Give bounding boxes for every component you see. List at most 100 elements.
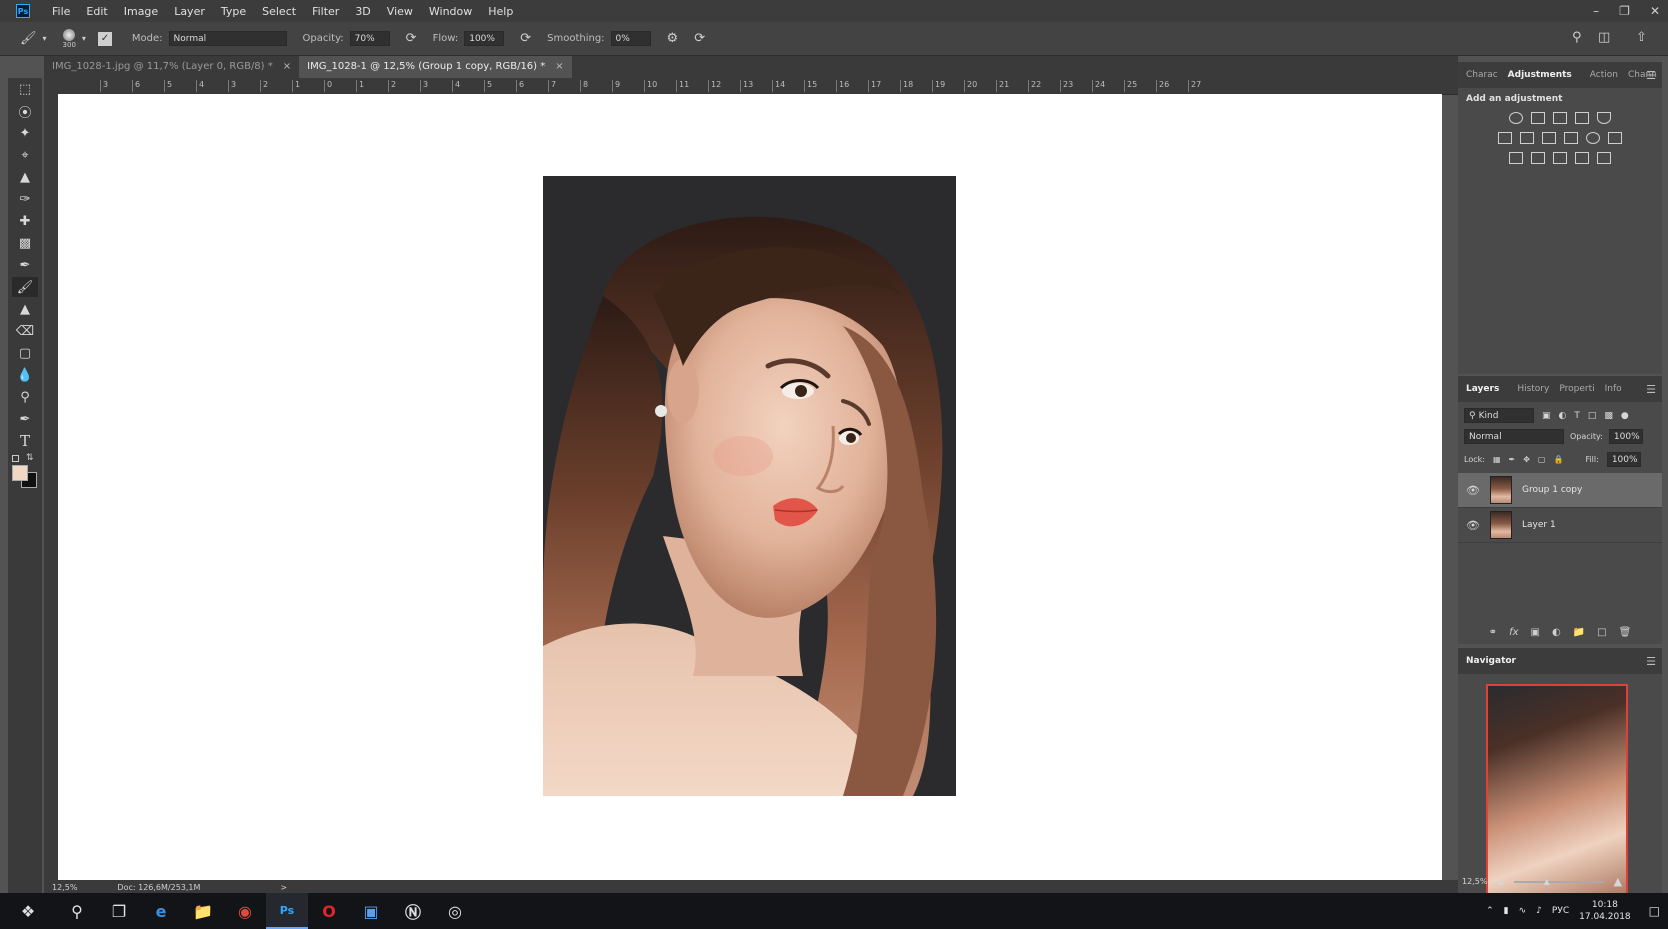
restore-icon[interactable]: ❐ bbox=[1619, 4, 1630, 18]
swap-colors-icon[interactable]: ⇅ bbox=[26, 453, 34, 463]
menu-view[interactable]: View bbox=[379, 5, 421, 18]
brush-tool-preset-icon[interactable]: 🖌 bbox=[20, 32, 37, 45]
network-icon[interactable]: ∿ bbox=[1519, 906, 1527, 916]
lock-transparency-icon[interactable]: ▦ bbox=[1493, 455, 1501, 464]
mixer-brush-tool-icon[interactable]: ✒ bbox=[12, 255, 38, 275]
eraser-tool-icon[interactable]: ⌫ bbox=[12, 321, 38, 341]
photoshop-taskbar-icon[interactable]: Ps bbox=[266, 893, 308, 929]
close-icon[interactable]: × bbox=[283, 56, 291, 78]
type-tool-icon[interactable]: T bbox=[12, 431, 38, 451]
layer-kind-filter[interactable]: ⚲ Kind bbox=[1464, 408, 1534, 423]
threshold-icon[interactable] bbox=[1553, 152, 1567, 164]
crop-tool-icon[interactable]: ⌖ bbox=[12, 145, 38, 165]
lasso-tool-icon[interactable]: ⦿ bbox=[12, 101, 38, 121]
pressure-size-icon[interactable]: ⟳ bbox=[694, 32, 705, 45]
layer-opacity-field[interactable]: 100% bbox=[1608, 429, 1643, 444]
file-explorer-icon[interactable]: 📁 bbox=[182, 893, 224, 929]
layer-row-group-1-copy[interactable]: 👁 Group 1 copy bbox=[1458, 473, 1662, 508]
search-icon[interactable]: ⚲ bbox=[1572, 31, 1582, 44]
tab-img-1028-1-jpg[interactable]: IMG_1028-1.jpg @ 11,7% (Layer 0, RGB/8) … bbox=[44, 56, 299, 78]
lock-pixels-icon[interactable]: ✒ bbox=[1509, 455, 1516, 464]
filter-shape-icon[interactable]: □ bbox=[1588, 411, 1597, 421]
link-layers-icon[interactable]: ⚭ bbox=[1489, 627, 1497, 638]
chrome-icon[interactable]: ◉ bbox=[224, 893, 266, 929]
selective-color-icon[interactable] bbox=[1575, 152, 1589, 164]
default-colors-icon[interactable] bbox=[12, 455, 19, 462]
language-indicator[interactable]: РУС bbox=[1552, 906, 1569, 916]
battery-icon[interactable]: ▮ bbox=[1504, 906, 1509, 916]
zoom-level[interactable]: 12,5% bbox=[52, 883, 77, 892]
invert-icon[interactable] bbox=[1509, 152, 1523, 164]
opacity-field[interactable]: 70% bbox=[349, 31, 390, 46]
tab-navigator[interactable]: Navigator bbox=[1466, 656, 1516, 666]
lock-all-icon[interactable]: 🔒 bbox=[1553, 455, 1563, 464]
color-balance-icon[interactable] bbox=[1520, 132, 1534, 144]
notifications-icon[interactable]: □ bbox=[1649, 904, 1660, 918]
panel-menu-icon[interactable]: ☰ bbox=[1646, 383, 1656, 396]
mode-select[interactable]: Normal bbox=[168, 31, 287, 46]
zoom-out-icon[interactable]: ▲ bbox=[1497, 877, 1503, 886]
levels-icon[interactable] bbox=[1531, 112, 1545, 124]
menu-edit[interactable]: Edit bbox=[78, 5, 115, 18]
opera-icon[interactable]: O bbox=[308, 893, 350, 929]
menu-image[interactable]: Image bbox=[116, 5, 166, 18]
clone-stamp-tool-icon[interactable]: ▲ bbox=[12, 299, 38, 319]
menu-3d[interactable]: 3D bbox=[347, 5, 378, 18]
filter-smart-object-icon[interactable]: ▩ bbox=[1604, 411, 1613, 421]
close-icon[interactable]: ✕ bbox=[1650, 4, 1660, 18]
color-lookup-icon[interactable] bbox=[1608, 132, 1622, 144]
workspace-icon[interactable]: ◫ bbox=[1598, 31, 1610, 44]
close-icon[interactable]: × bbox=[555, 56, 563, 78]
lock-position-icon[interactable]: ✥ bbox=[1523, 455, 1530, 464]
new-group-folder-icon[interactable]: 📁 bbox=[1573, 627, 1585, 638]
tab-img-1028-1[interactable]: IMG_1028-1 @ 12,5% (Group 1 copy, RGB/16… bbox=[299, 56, 572, 78]
new-adjustment-layer-icon[interactable]: ◐ bbox=[1552, 627, 1561, 638]
fx-icon[interactable]: fx bbox=[1509, 627, 1518, 638]
gradient-tool-icon[interactable]: ▢ bbox=[12, 343, 38, 363]
photo-filter-icon[interactable] bbox=[1564, 132, 1578, 144]
zoom-slider-handle[interactable]: ▲ bbox=[1544, 877, 1550, 886]
panel-menu-icon[interactable]: ☰ bbox=[1646, 655, 1656, 668]
edge-browser-icon[interactable]: e bbox=[140, 893, 182, 929]
pen-tool-icon[interactable]: ✒ bbox=[12, 409, 38, 429]
filter-pixel-icon[interactable]: ▣ bbox=[1542, 411, 1551, 421]
filter-adjustment-icon[interactable]: ◐ bbox=[1559, 411, 1567, 421]
vertical-ruler[interactable] bbox=[44, 94, 59, 880]
healing-brush-tool-icon[interactable]: ✚ bbox=[12, 211, 38, 231]
tab-character[interactable]: Charac bbox=[1466, 70, 1498, 80]
quick-selection-tool-icon[interactable]: ✦ bbox=[12, 123, 38, 143]
tab-properties[interactable]: Properti bbox=[1559, 384, 1594, 394]
add-mask-icon[interactable]: ▣ bbox=[1531, 627, 1540, 638]
gradient-map-icon[interactable] bbox=[1597, 152, 1611, 164]
brush-tool-icon[interactable]: 🖌 bbox=[12, 277, 38, 297]
eye-icon[interactable]: 👁 bbox=[1466, 484, 1480, 497]
patch-tool-icon[interactable]: ▩ bbox=[12, 233, 38, 253]
menu-filter[interactable]: Filter bbox=[304, 5, 347, 18]
status-menu-arrow[interactable]: > bbox=[280, 883, 287, 892]
panel-menu-icon[interactable]: ☰ bbox=[1646, 69, 1656, 82]
dodge-tool-icon[interactable]: ⚲ bbox=[12, 387, 38, 407]
menu-help[interactable]: Help bbox=[480, 5, 521, 18]
w-app-icon[interactable]: Ⓝ bbox=[392, 893, 434, 929]
brush-panel-toggle-icon[interactable]: ✓ bbox=[97, 31, 112, 46]
fill-field[interactable]: 100% bbox=[1606, 452, 1641, 467]
marquee-tool-icon[interactable]: ⬚ bbox=[12, 79, 38, 99]
brightness-contrast-icon[interactable] bbox=[1509, 112, 1523, 124]
navigator-preview[interactable] bbox=[1486, 684, 1628, 900]
exposure-icon[interactable] bbox=[1575, 112, 1589, 124]
menu-window[interactable]: Window bbox=[421, 5, 480, 18]
menu-select[interactable]: Select bbox=[254, 5, 304, 18]
task-view-icon[interactable]: ❐ bbox=[98, 893, 140, 929]
layer-name[interactable]: Layer 1 bbox=[1522, 520, 1556, 530]
smoothing-field[interactable]: 0% bbox=[610, 31, 651, 46]
eye-icon[interactable]: 👁 bbox=[1466, 519, 1480, 532]
photoshop-app-icon[interactable]: Ps bbox=[16, 4, 30, 18]
menu-file[interactable]: File bbox=[44, 5, 78, 18]
hue-saturation-icon[interactable] bbox=[1498, 132, 1512, 144]
new-layer-icon[interactable]: □ bbox=[1597, 627, 1606, 638]
foreground-color-swatch[interactable] bbox=[12, 465, 28, 481]
lock-artboard-icon[interactable]: ▢ bbox=[1538, 455, 1546, 464]
layer-name[interactable]: Group 1 copy bbox=[1522, 485, 1582, 495]
minimize-icon[interactable]: – bbox=[1593, 4, 1599, 18]
tab-info[interactable]: Info bbox=[1605, 384, 1622, 394]
